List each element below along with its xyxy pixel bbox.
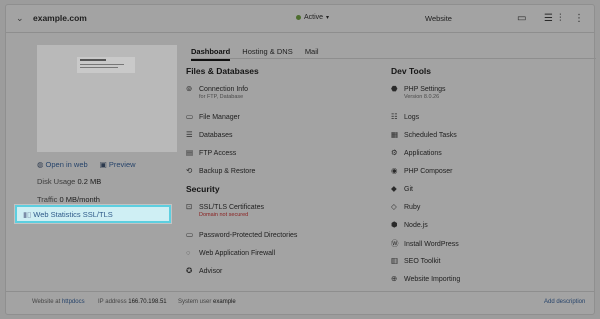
firewall-icon: ◌ <box>186 248 191 257</box>
applications-icon: ⚙ <box>391 148 398 157</box>
disk-usage: Disk Usage 0.2 MB <box>37 177 102 186</box>
preview-icon: ▣ <box>99 160 107 169</box>
ssl-status: Domain not secured <box>199 212 249 218</box>
php-settings-link[interactable]: ⬣ PHP Settings <box>391 84 446 93</box>
seo-toolkit-link[interactable]: ▥ SEO Toolkit <box>391 256 440 265</box>
php-icon: ⬣ <box>391 84 398 93</box>
bar-chart-icon: ▮▯ <box>23 210 32 219</box>
applications-link[interactable]: ⚙ Applications <box>391 148 442 157</box>
status-dropdown[interactable]: Active ▾ <box>296 14 329 21</box>
composer-icon: ◉ <box>391 166 398 175</box>
backup-icon: ⟲ <box>186 166 193 175</box>
php-composer-link[interactable]: ◉ PHP Composer <box>391 166 453 175</box>
domain-name[interactable]: example.com <box>33 13 87 23</box>
connection-info-sub: for FTP, Database <box>199 94 244 100</box>
ftp-icon: ▤ <box>186 148 194 157</box>
connection-info-link[interactable]: ⊚ Connection Info <box>186 84 248 93</box>
ruby-icon: ◇ <box>391 202 397 211</box>
security-heading: Security <box>186 184 220 194</box>
folder-icon[interactable]: ▭ <box>517 13 526 24</box>
web-statistics-link[interactable]: ▮▯ Web Statistics SSL/TLS <box>15 205 171 223</box>
wordpress-icon: Ⓦ <box>391 239 399 248</box>
git-icon: ◆ <box>391 184 397 193</box>
dev-tools-heading: Dev Tools <box>391 66 431 76</box>
nodejs-link[interactable]: ⬢ Node.js <box>391 220 428 229</box>
seo-icon: ▥ <box>391 256 399 265</box>
php-version: Version 8.0.26 <box>404 94 440 100</box>
folder-icon: ▭ <box>186 112 194 121</box>
open-in-web-link[interactable]: ◍ Open in web <box>37 160 88 169</box>
lock-icon: ⊡ <box>186 202 193 211</box>
website-location: Website at httpdocs <box>32 299 85 305</box>
ruby-link[interactable]: ◇ Ruby <box>391 202 420 211</box>
logs-link[interactable]: ☷ Logs <box>391 112 419 121</box>
system-user: System user example <box>178 299 236 305</box>
advisor-icon: ✪ <box>186 266 193 275</box>
collapse-chevron-icon[interactable]: ⌄ <box>16 13 24 24</box>
advisor-link[interactable]: ✪ Advisor <box>186 266 222 275</box>
chevron-down-icon: ▾ <box>326 15 330 21</box>
databases-link[interactable]: ☰ Databases <box>186 130 232 139</box>
install-wordpress-link[interactable]: Ⓦ Install WordPress <box>391 238 459 249</box>
website-card: ⌄ example.com Active ▾ Website ▭ ☰ ⫶ ⋮ ◍… <box>5 4 596 315</box>
status-label: Active <box>304 14 324 21</box>
nodejs-icon: ⬢ <box>391 220 398 229</box>
tab-divider <box>191 58 596 59</box>
card-header: ⌄ example.com Active ▾ Website ▭ ☰ ⫶ ⋮ <box>6 5 594 33</box>
folder-lock-icon: ▭ <box>186 230 194 239</box>
calendar-icon: ▦ <box>391 130 399 139</box>
preview-links: ◍ Open in web ▣ Preview <box>37 160 146 169</box>
logs-icon: ☷ <box>391 112 398 121</box>
more-menu-icon[interactable]: ⋮ <box>574 13 584 24</box>
footer-divider <box>6 291 594 292</box>
web-application-firewall-link[interactable]: ◌ Web Application Firewall <box>186 248 275 257</box>
status-dot-icon <box>296 14 301 20</box>
ip-address: IP address 166.70.198.51 <box>98 299 167 305</box>
git-link[interactable]: ◆ Git <box>391 184 413 193</box>
site-type-label: Website <box>425 14 452 23</box>
ssl-certificates-link[interactable]: ⊡ SSL/TLS Certificates <box>186 202 264 211</box>
settings-sliders-icon[interactable]: ⫶ <box>559 13 562 24</box>
website-importing-link[interactable]: ⊕ Website Importing <box>391 274 460 283</box>
password-protected-dirs-link[interactable]: ▭ Password-Protected Directories <box>186 230 297 239</box>
httpdocs-link[interactable]: httpdocs <box>62 299 85 305</box>
site-preview-thumbnail[interactable] <box>37 45 177 152</box>
database-icon[interactable]: ☰ <box>544 13 553 24</box>
file-manager-link[interactable]: ▭ File Manager <box>186 112 240 121</box>
tab-bar: Dashboard Hosting & DNS Mail <box>191 47 329 61</box>
connection-icon: ⊚ <box>186 84 193 93</box>
add-description-link[interactable]: Add description <box>544 299 585 305</box>
scheduled-tasks-link[interactable]: ▦ Scheduled Tasks <box>391 130 457 139</box>
ftp-access-link[interactable]: ▤ FTP Access <box>186 148 236 157</box>
backup-restore-link[interactable]: ⟲ Backup & Restore <box>186 166 255 175</box>
traffic: Traffic 0 MB/month <box>37 195 100 204</box>
tab-hosting-dns[interactable]: Hosting & DNS <box>242 47 292 56</box>
preview-link[interactable]: ▣ Preview <box>100 160 136 169</box>
tab-mail[interactable]: Mail <box>305 47 319 56</box>
files-databases-heading: Files & Databases <box>186 66 259 76</box>
thumbnail-content <box>77 57 135 73</box>
import-icon: ⊕ <box>391 274 398 283</box>
database-icon: ☰ <box>186 130 193 139</box>
globe-icon: ◍ <box>37 160 44 169</box>
